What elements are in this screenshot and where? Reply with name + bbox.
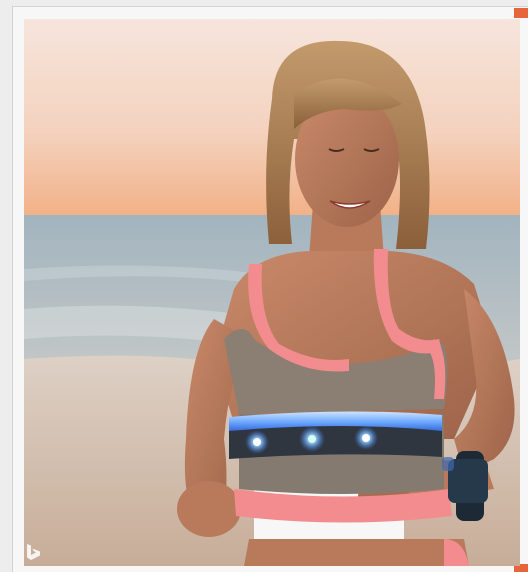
photo-canvas: [24, 19, 520, 566]
bing-b-icon: [27, 544, 40, 560]
waistband: [234, 489, 452, 523]
fist-left: [177, 481, 241, 537]
accent-corner-top: [514, 8, 528, 18]
led-light-core: [253, 438, 261, 446]
smartwatch-glow: [442, 457, 454, 471]
led-light-core: [308, 435, 316, 443]
led-light-core: [362, 434, 370, 442]
photo: [24, 19, 520, 566]
stomach: [244, 539, 469, 566]
